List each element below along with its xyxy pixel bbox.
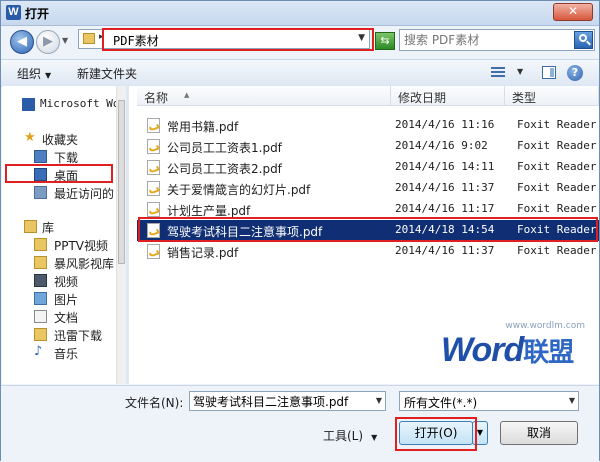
- search-button[interactable]: [574, 31, 593, 49]
- view-options-dropdown[interactable]: ▼: [517, 67, 523, 76]
- title-bar: W 打开 ✕: [1, 1, 599, 26]
- picture-icon: [34, 292, 47, 305]
- folder-icon: [83, 33, 95, 44]
- sidebar-item-pptv-video[interactable]: PPTV视频: [2, 236, 120, 254]
- back-arrow-icon: ◀: [17, 34, 27, 49]
- column-header-type[interactable]: 类型: [505, 86, 599, 106]
- word-icon: [22, 98, 35, 111]
- sidebar-item-baofeng-library[interactable]: 暴风影视库: [2, 254, 120, 272]
- library-folder-icon: [34, 328, 47, 341]
- document-icon: [34, 310, 47, 323]
- organize-menu-button[interactable]: 组织 ▼: [17, 65, 51, 82]
- pdf-file-icon: [147, 118, 160, 133]
- chevron-down-icon[interactable]: ▼: [569, 396, 575, 405]
- sort-ascending-icon: ▲: [184, 91, 190, 99]
- navigation-pane-scrollbar[interactable]: [116, 86, 126, 384]
- chevron-down-icon: ▼: [371, 433, 378, 442]
- sidebar-item-videos[interactable]: 视频: [2, 272, 120, 290]
- watermark-brand: Word联盟: [441, 331, 574, 369]
- watermark-logo: www.wordlm.com Word联盟: [441, 321, 591, 381]
- pdf-file-icon: [147, 181, 160, 196]
- filetype-select[interactable]: 所有文件(*.*) ▼: [399, 391, 579, 411]
- search-box[interactable]: [399, 29, 595, 51]
- navigation-pane: Microsoft Wo ★ 收藏夹 下载 桌面 最近访问的 库 PPTV视频: [2, 86, 126, 384]
- help-icon[interactable]: ?: [567, 65, 583, 81]
- recent-places-icon: [34, 186, 47, 199]
- highlight-annotation-open-button: [395, 417, 477, 451]
- sidebar-item-xunlei-downloads[interactable]: 迅雷下载: [2, 326, 120, 344]
- search-input[interactable]: [404, 31, 568, 49]
- chevron-down-icon: ▼: [45, 71, 52, 80]
- sidebar-item-music[interactable]: ♪ 音乐: [2, 344, 120, 362]
- column-header-date-modified[interactable]: 修改日期: [391, 86, 505, 106]
- chevron-down-icon[interactable]: ▼: [376, 396, 382, 405]
- file-row[interactable]: 公司员工工资表1.pdf 2014/4/16 9:02 Foxit Reader…: [137, 136, 599, 157]
- library-icon: [24, 220, 37, 233]
- sidebar-item-recent-places[interactable]: 最近访问的: [2, 184, 120, 202]
- pdf-file-icon: [147, 244, 160, 259]
- file-row[interactable]: 公司员工工资表2.pdf 2014/4/16 14:11 Foxit Reade…: [137, 157, 599, 178]
- library-folder-icon: [34, 256, 47, 269]
- column-header-name[interactable]: 名称 ▲: [137, 86, 391, 106]
- file-row[interactable]: 销售记录.pdf 2014/4/16 11:37 Foxit Reader D.…: [137, 241, 599, 262]
- sidebar-item-libraries[interactable]: 库: [2, 218, 120, 236]
- tools-menu-button[interactable]: 工具(L) ▼: [323, 427, 377, 444]
- refresh-icon: ⇆: [380, 34, 390, 47]
- change-view-icon[interactable]: [491, 67, 505, 79]
- music-icon: ♪: [34, 344, 43, 359]
- file-row[interactable]: 关于爱情箴言的幻灯片.pdf 2014/4/16 11:37 Foxit Rea…: [137, 178, 599, 199]
- dialog-footer: 文件名(N): ▼ 所有文件(*.*) ▼ 工具(L)▼ 打开(O) ▼ 取消: [1, 385, 599, 462]
- sidebar-item-documents[interactable]: 文档: [2, 308, 120, 326]
- highlight-annotation-path: [102, 28, 374, 51]
- library-folder-icon: [34, 238, 47, 251]
- open-file-dialog: W 打开 ✕ ◀ ▶ ▼ ▸ PDF素材 ▼ ⇆ 组织▼ 新建文件夹 ▼ ?: [0, 0, 600, 462]
- close-button[interactable]: ✕: [553, 3, 593, 21]
- sidebar-item-favorites[interactable]: ★ 收藏夹: [2, 130, 120, 148]
- preview-pane-icon[interactable]: [542, 66, 556, 79]
- window-title: 打开: [25, 7, 50, 21]
- download-folder-icon: [34, 150, 47, 163]
- video-icon: [34, 274, 47, 287]
- new-folder-button[interactable]: 新建文件夹: [77, 65, 137, 82]
- scrollbar-thumb[interactable]: [118, 100, 125, 264]
- command-toolbar: 组织 ▼ 新建文件夹 ▼ ?: [1, 59, 599, 87]
- star-icon: ★: [24, 130, 36, 145]
- highlight-annotation-desktop: [5, 164, 113, 183]
- pdf-file-icon: [147, 202, 160, 217]
- forward-arrow-icon: ▶: [43, 34, 53, 49]
- watermark-url: www.wordlm.com: [505, 321, 585, 331]
- cancel-button[interactable]: 取消: [500, 421, 578, 445]
- filename-combobox[interactable]: ▼: [189, 391, 386, 411]
- file-row[interactable]: 常用书籍.pdf 2014/4/16 11:16 Foxit Reader D.…: [137, 115, 599, 136]
- pdf-file-icon: [147, 160, 160, 175]
- pdf-file-icon: [147, 139, 160, 154]
- forward-button[interactable]: ▶: [36, 30, 60, 54]
- filename-input[interactable]: [193, 393, 367, 409]
- word-app-icon: W: [6, 5, 21, 20]
- sidebar-item-pictures[interactable]: 图片: [2, 290, 120, 308]
- back-button[interactable]: ◀: [10, 30, 34, 54]
- filename-label: 文件名(N):: [125, 396, 184, 410]
- sidebar-item-microsoft-word[interactable]: Microsoft Wo: [2, 96, 120, 114]
- highlight-annotation-selected-file: [138, 217, 598, 242]
- recent-pages-dropdown[interactable]: ▼: [62, 36, 68, 45]
- refresh-button[interactable]: ⇆: [375, 32, 395, 50]
